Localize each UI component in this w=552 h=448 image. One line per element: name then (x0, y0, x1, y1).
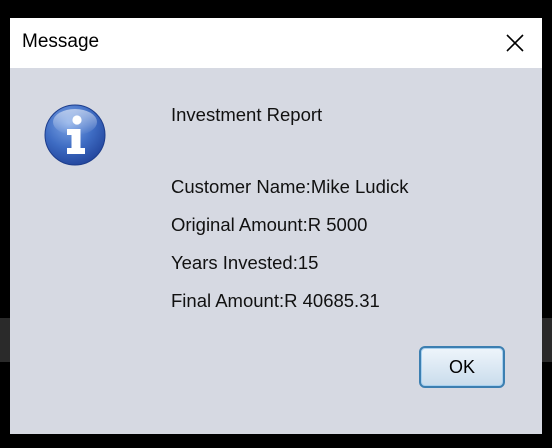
background-window-edge-left (0, 318, 10, 362)
message-line-heading: Investment Report (171, 104, 323, 125)
information-icon (44, 104, 106, 166)
close-icon (506, 34, 524, 52)
background-window-edge-right (542, 318, 552, 362)
message-line-original-amount: Original Amount:R 5000 (171, 214, 368, 235)
title-bar[interactable]: Message (10, 18, 542, 68)
message-line-customer: Customer Name:Mike Ludick (171, 176, 409, 197)
close-button[interactable] (488, 18, 542, 68)
dialog-title: Message (22, 31, 100, 52)
message-line-years: Years Invested:15 (171, 252, 319, 273)
message-line-final-amount: Final Amount:R 40685.31 (171, 290, 380, 311)
ok-button[interactable]: OK (419, 346, 505, 388)
message-dialog: Message Investment Report Customer Name:… (10, 18, 542, 434)
